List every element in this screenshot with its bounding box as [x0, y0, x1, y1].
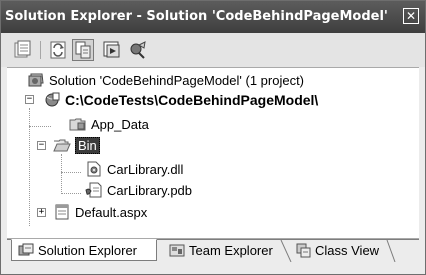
- solution-explorer-window: Solution Explorer - Solution 'CodeBehind…: [0, 0, 426, 275]
- tree-item-default-aspx[interactable]: Default.aspx: [53, 202, 147, 222]
- properties-button[interactable]: [11, 39, 33, 61]
- pdb-file-icon: [85, 182, 102, 198]
- tree-item-solution[interactable]: Solution 'CodeBehindPageModel' (1 projec…: [27, 70, 304, 90]
- toolbar-separator: [40, 41, 41, 59]
- expander-glyph: −: [38, 140, 45, 150]
- dll-file-icon: [87, 161, 101, 177]
- tab-label: Solution Explorer: [38, 242, 137, 258]
- tree-item-carlibrary-pdb[interactable]: CarLibrary.pdb: [85, 180, 192, 200]
- window-title: Solution Explorer - Solution 'CodeBehind…: [5, 9, 390, 24]
- tree-connector: [29, 126, 51, 127]
- toolbar: [1, 33, 425, 67]
- class-view-icon: [296, 243, 311, 258]
- copy-website-icon: [130, 41, 146, 59]
- show-all-files-icon: [75, 41, 91, 59]
- aspx-page-icon: [55, 204, 69, 220]
- properties-icon: [14, 40, 31, 58]
- website-project-icon: [45, 92, 60, 107]
- expander-default-aspx[interactable]: +: [37, 208, 46, 217]
- tab-class-view[interactable]: Class View: [289, 239, 389, 261]
- tab-strip: Solution Explorer Team Explorer Class Vi…: [7, 239, 419, 270]
- close-icon: ✕: [405, 9, 417, 23]
- tree-item-label: CarLibrary.pdb: [107, 182, 193, 198]
- solution-tree[interactable]: Solution 'CodeBehindPageModel' (1 projec…: [7, 67, 419, 239]
- tree-item-label: Solution 'CodeBehindPageModel' (1 projec…: [49, 72, 305, 88]
- tree-item-carlibrary-dll[interactable]: CarLibrary.dll: [85, 159, 183, 179]
- expander-bin[interactable]: −: [37, 141, 46, 150]
- refresh-button[interactable]: [47, 39, 69, 61]
- tree-item-label: CarLibrary.dll: [107, 161, 184, 177]
- solution-icon: [28, 73, 44, 87]
- tree-item-label: App_Data: [91, 116, 149, 132]
- show-all-files-button[interactable]: [72, 39, 94, 61]
- expander-glyph: +: [38, 207, 45, 217]
- tree-connector: [61, 154, 62, 194]
- tree-item-bin[interactable]: Bin: [53, 135, 100, 155]
- tree-item-label: Bin: [75, 136, 100, 154]
- view-code-icon: [103, 41, 120, 58]
- refresh-icon: [50, 41, 66, 59]
- tab-solution-explorer[interactable]: Solution Explorer: [11, 239, 157, 261]
- open-folder-icon: [53, 139, 71, 152]
- tree-connector: [61, 193, 81, 194]
- tab-divider: [386, 240, 396, 262]
- tree-item-app-data[interactable]: App_Data: [69, 114, 149, 134]
- tree-item-project[interactable]: C:\CodeTests\CodeBehindPageModel\: [43, 90, 318, 110]
- team-explorer-icon: [169, 244, 185, 257]
- expander-project[interactable]: −: [25, 95, 34, 104]
- tab-label: Team Explorer: [189, 242, 273, 258]
- tab-team-explorer[interactable]: Team Explorer: [163, 239, 281, 261]
- tree-item-label: C:\CodeTests\CodeBehindPageModel\: [65, 92, 319, 108]
- expander-glyph: −: [26, 94, 33, 104]
- view-code-button[interactable]: [101, 39, 123, 61]
- copy-website-button[interactable]: [127, 39, 149, 61]
- tree-connector: [61, 172, 81, 173]
- solution-explorer-icon: [18, 243, 34, 256]
- tab-label: Class View: [315, 242, 380, 258]
- title-bar[interactable]: Solution Explorer - Solution 'CodeBehind…: [1, 1, 425, 33]
- tree-item-label: Default.aspx: [75, 204, 148, 220]
- folder-icon: [69, 118, 86, 131]
- close-button[interactable]: ✕: [403, 8, 419, 24]
